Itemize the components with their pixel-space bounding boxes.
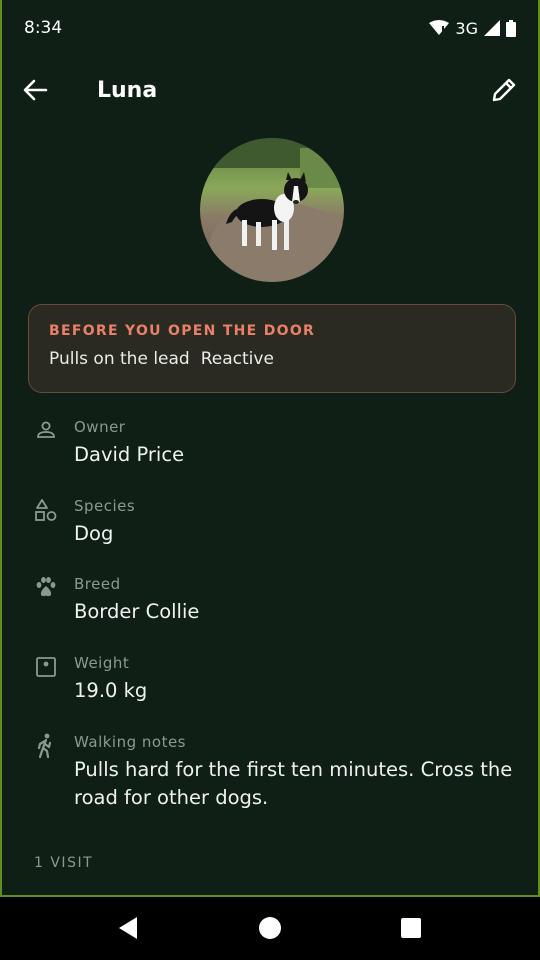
detail-value: Dog (74, 522, 114, 545)
dog-photo-icon (200, 138, 344, 282)
status-icons: 3G (429, 19, 516, 38)
alert-title: BEFORE YOU OPEN THE DOOR (49, 323, 316, 339)
detail-value: 19.0 kg (74, 679, 148, 702)
status-bar: 8:34 3G (2, 0, 538, 56)
detail-label: Walking notes (74, 733, 186, 751)
paw-icon (34, 575, 58, 599)
detail-value: Border Collie (74, 600, 200, 623)
circle-home-icon (256, 917, 284, 946)
wifi-icon (429, 20, 450, 36)
triangle-back-icon (115, 917, 141, 946)
pet-detail-screen: 8:34 3G Luna BEFORE YOU OPEN THE DOOR Pu… (0, 0, 540, 897)
status-time: 8:34 (24, 18, 63, 38)
battery-icon (506, 19, 516, 37)
person-icon (34, 418, 58, 442)
nav-home-button[interactable] (256, 914, 284, 942)
edit-button[interactable] (490, 76, 522, 108)
nav-recents-button[interactable] (398, 914, 426, 942)
detail-label: Breed (74, 575, 121, 593)
nav-back-button[interactable] (115, 914, 143, 942)
alert-tags: Pulls on the lead Reactive (49, 349, 495, 369)
square-recents-icon (398, 918, 424, 946)
page-title: Luna (97, 78, 158, 103)
back-button[interactable] (22, 78, 54, 106)
detail-label: Owner (74, 418, 126, 436)
pet-avatar[interactable] (200, 138, 344, 282)
detail-value: Pulls hard for the first ten minutes. Cr… (74, 758, 513, 809)
alert-tag: Pulls on the lead (49, 349, 190, 369)
signal-icon (484, 20, 500, 36)
pencil-icon (490, 78, 518, 108)
app-bar: Luna (2, 62, 538, 122)
shapes-icon (34, 498, 58, 522)
arrow-back-icon (22, 79, 48, 106)
door-alert-card: BEFORE YOU OPEN THE DOOR Pulls on the le… (28, 304, 516, 393)
scale-icon (34, 655, 58, 679)
alert-tag: Reactive (200, 349, 274, 369)
detail-label: Species (74, 497, 136, 515)
network-type: 3G (455, 18, 478, 38)
visits-count: 1 VISIT (34, 855, 94, 871)
system-nav-bar (0, 897, 540, 960)
walking-icon (34, 733, 58, 759)
detail-value: David Price (74, 443, 185, 466)
detail-label: Weight (74, 654, 130, 672)
